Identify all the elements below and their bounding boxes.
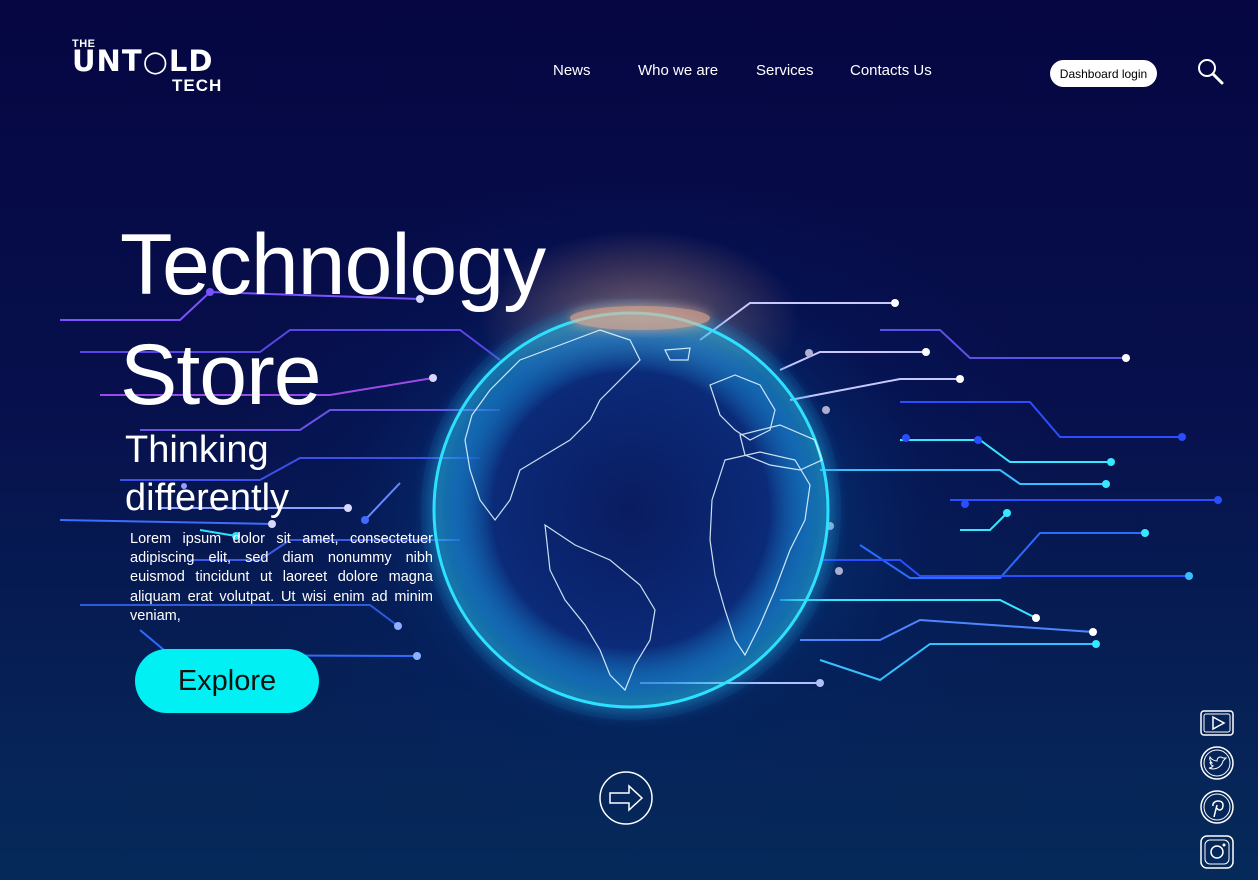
dashboard-login-button[interactable]: Dashboard login (1050, 60, 1157, 87)
youtube-icon[interactable] (1199, 705, 1235, 741)
nav-item-contacts-us[interactable]: Contacts Us (850, 62, 932, 79)
nav-item-who-we-are[interactable]: Who we are (638, 62, 718, 79)
hero-body-text: Lorem ipsum dolor sit amet, consectetuer… (130, 531, 433, 624)
logo-untold-text: UNT○LD (72, 44, 214, 78)
logo-tech-text: TECH (172, 76, 223, 95)
hero-subtitle-line1: Thinking (125, 429, 269, 471)
arrow-right-icon[interactable] (599, 771, 653, 825)
nav-item-services[interactable]: Services (756, 62, 814, 79)
hero-subtitle: Thinking differently (125, 426, 289, 522)
pinterest-icon[interactable] (1199, 789, 1235, 825)
instagram-icon[interactable] (1199, 834, 1235, 870)
hero-title-line2: Store (120, 327, 322, 423)
hero-title-line1: Technology (120, 217, 546, 313)
explore-button[interactable]: Explore (135, 649, 319, 713)
hero-title: Technology Store (120, 210, 546, 430)
landing-page: THE UNT○LD TECH News Who we are Services… (0, 0, 1258, 880)
twitter-icon[interactable] (1199, 745, 1235, 781)
hero-subtitle-line2: differently (125, 477, 290, 519)
brand-logo[interactable]: THE UNT○LD TECH (70, 38, 240, 98)
nav-item-news[interactable]: News (553, 62, 591, 79)
search-icon[interactable] (1196, 57, 1224, 85)
